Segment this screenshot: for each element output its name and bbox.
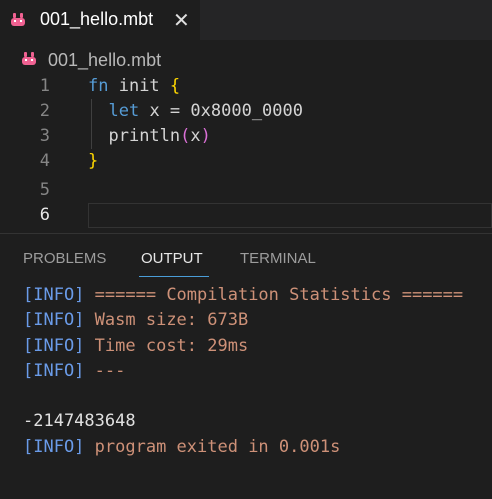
info-tag: [INFO]	[23, 360, 85, 381]
code-line: 2 let x = 0x8000_0000	[0, 99, 492, 124]
info-tag: [INFO]	[23, 335, 85, 356]
code-line: 3 println(x)	[0, 124, 492, 149]
output-message: ====== Compilation Statistics ======	[94, 285, 464, 305]
code-line: 1 fn init {	[0, 74, 492, 99]
output-blank-line	[23, 384, 492, 409]
line-number: 3	[39, 126, 50, 146]
exit-message: program exited in 0.001s	[94, 436, 341, 457]
line-number: 2	[39, 101, 50, 121]
number-literal: 0x8000_0000	[190, 101, 303, 121]
line-number: 1	[39, 76, 50, 96]
moonbit-rabbit-icon	[21, 52, 37, 66]
output-message: Time cost: 29ms	[94, 335, 249, 356]
line-number: 4	[39, 151, 50, 171]
function-call: println	[108, 126, 181, 146]
info-tag: [INFO]	[23, 310, 85, 331]
output-line: [INFO] program exited in 0.001s	[23, 435, 492, 460]
tab-output[interactable]: OUTPUT	[141, 250, 203, 267]
keyword: fn	[88, 76, 109, 96]
panel-divider	[0, 233, 492, 234]
brace: }	[88, 151, 99, 171]
output-message: ---	[94, 360, 126, 381]
argument: x	[190, 126, 201, 146]
paren: (	[180, 126, 191, 146]
file-tab-label: 001_hello.mbt	[40, 9, 154, 29]
tab-terminal[interactable]: TERMINAL	[240, 250, 316, 267]
code-line-current: 6	[0, 203, 492, 228]
brace: {	[169, 76, 181, 96]
paren: )	[200, 126, 211, 146]
output-line: [INFO] Wasm size: 673B	[23, 308, 492, 333]
close-icon[interactable]: ✕	[173, 8, 190, 33]
info-tag: [INFO]	[23, 285, 85, 305]
editor-tab-bar: 001_hello.mbt ✕	[0, 0, 492, 40]
line-number: 5	[39, 180, 50, 200]
output-line: [INFO] ---	[23, 359, 492, 384]
output-line: [INFO] ====== Compilation Statistics ===…	[23, 283, 492, 308]
output-line: [INFO] Time cost: 29ms	[23, 334, 492, 359]
variable: x	[139, 101, 170, 121]
output-panel[interactable]: [INFO] ====== Compilation Statistics ===…	[23, 283, 492, 460]
active-tab-indicator	[139, 276, 209, 277]
code-editor[interactable]: 1 fn init { 2 let x = 0x8000_0000 3 prin…	[0, 74, 492, 232]
info-tag: [INFO]	[23, 436, 85, 457]
keyword: let	[108, 101, 140, 121]
tab-problems[interactable]: PROBLEMS	[23, 250, 106, 267]
operator: =	[169, 101, 191, 121]
function-name: init	[108, 76, 170, 96]
file-tab[interactable]: 001_hello.mbt ✕	[0, 0, 200, 40]
program-result: -2147483648	[23, 411, 136, 432]
breadcrumb-file[interactable]: 001_hello.mbt	[48, 50, 161, 71]
breadcrumb: 001_hello.mbt	[0, 46, 492, 74]
code-line: 4 }	[0, 149, 492, 174]
panel-tab-bar: PROBLEMS OUTPUT TERMINAL	[0, 248, 492, 280]
code-line: 5	[0, 178, 492, 203]
line-number: 6	[39, 205, 50, 225]
output-message: Wasm size: 673B	[94, 310, 249, 331]
moonbit-rabbit-icon	[10, 13, 26, 27]
